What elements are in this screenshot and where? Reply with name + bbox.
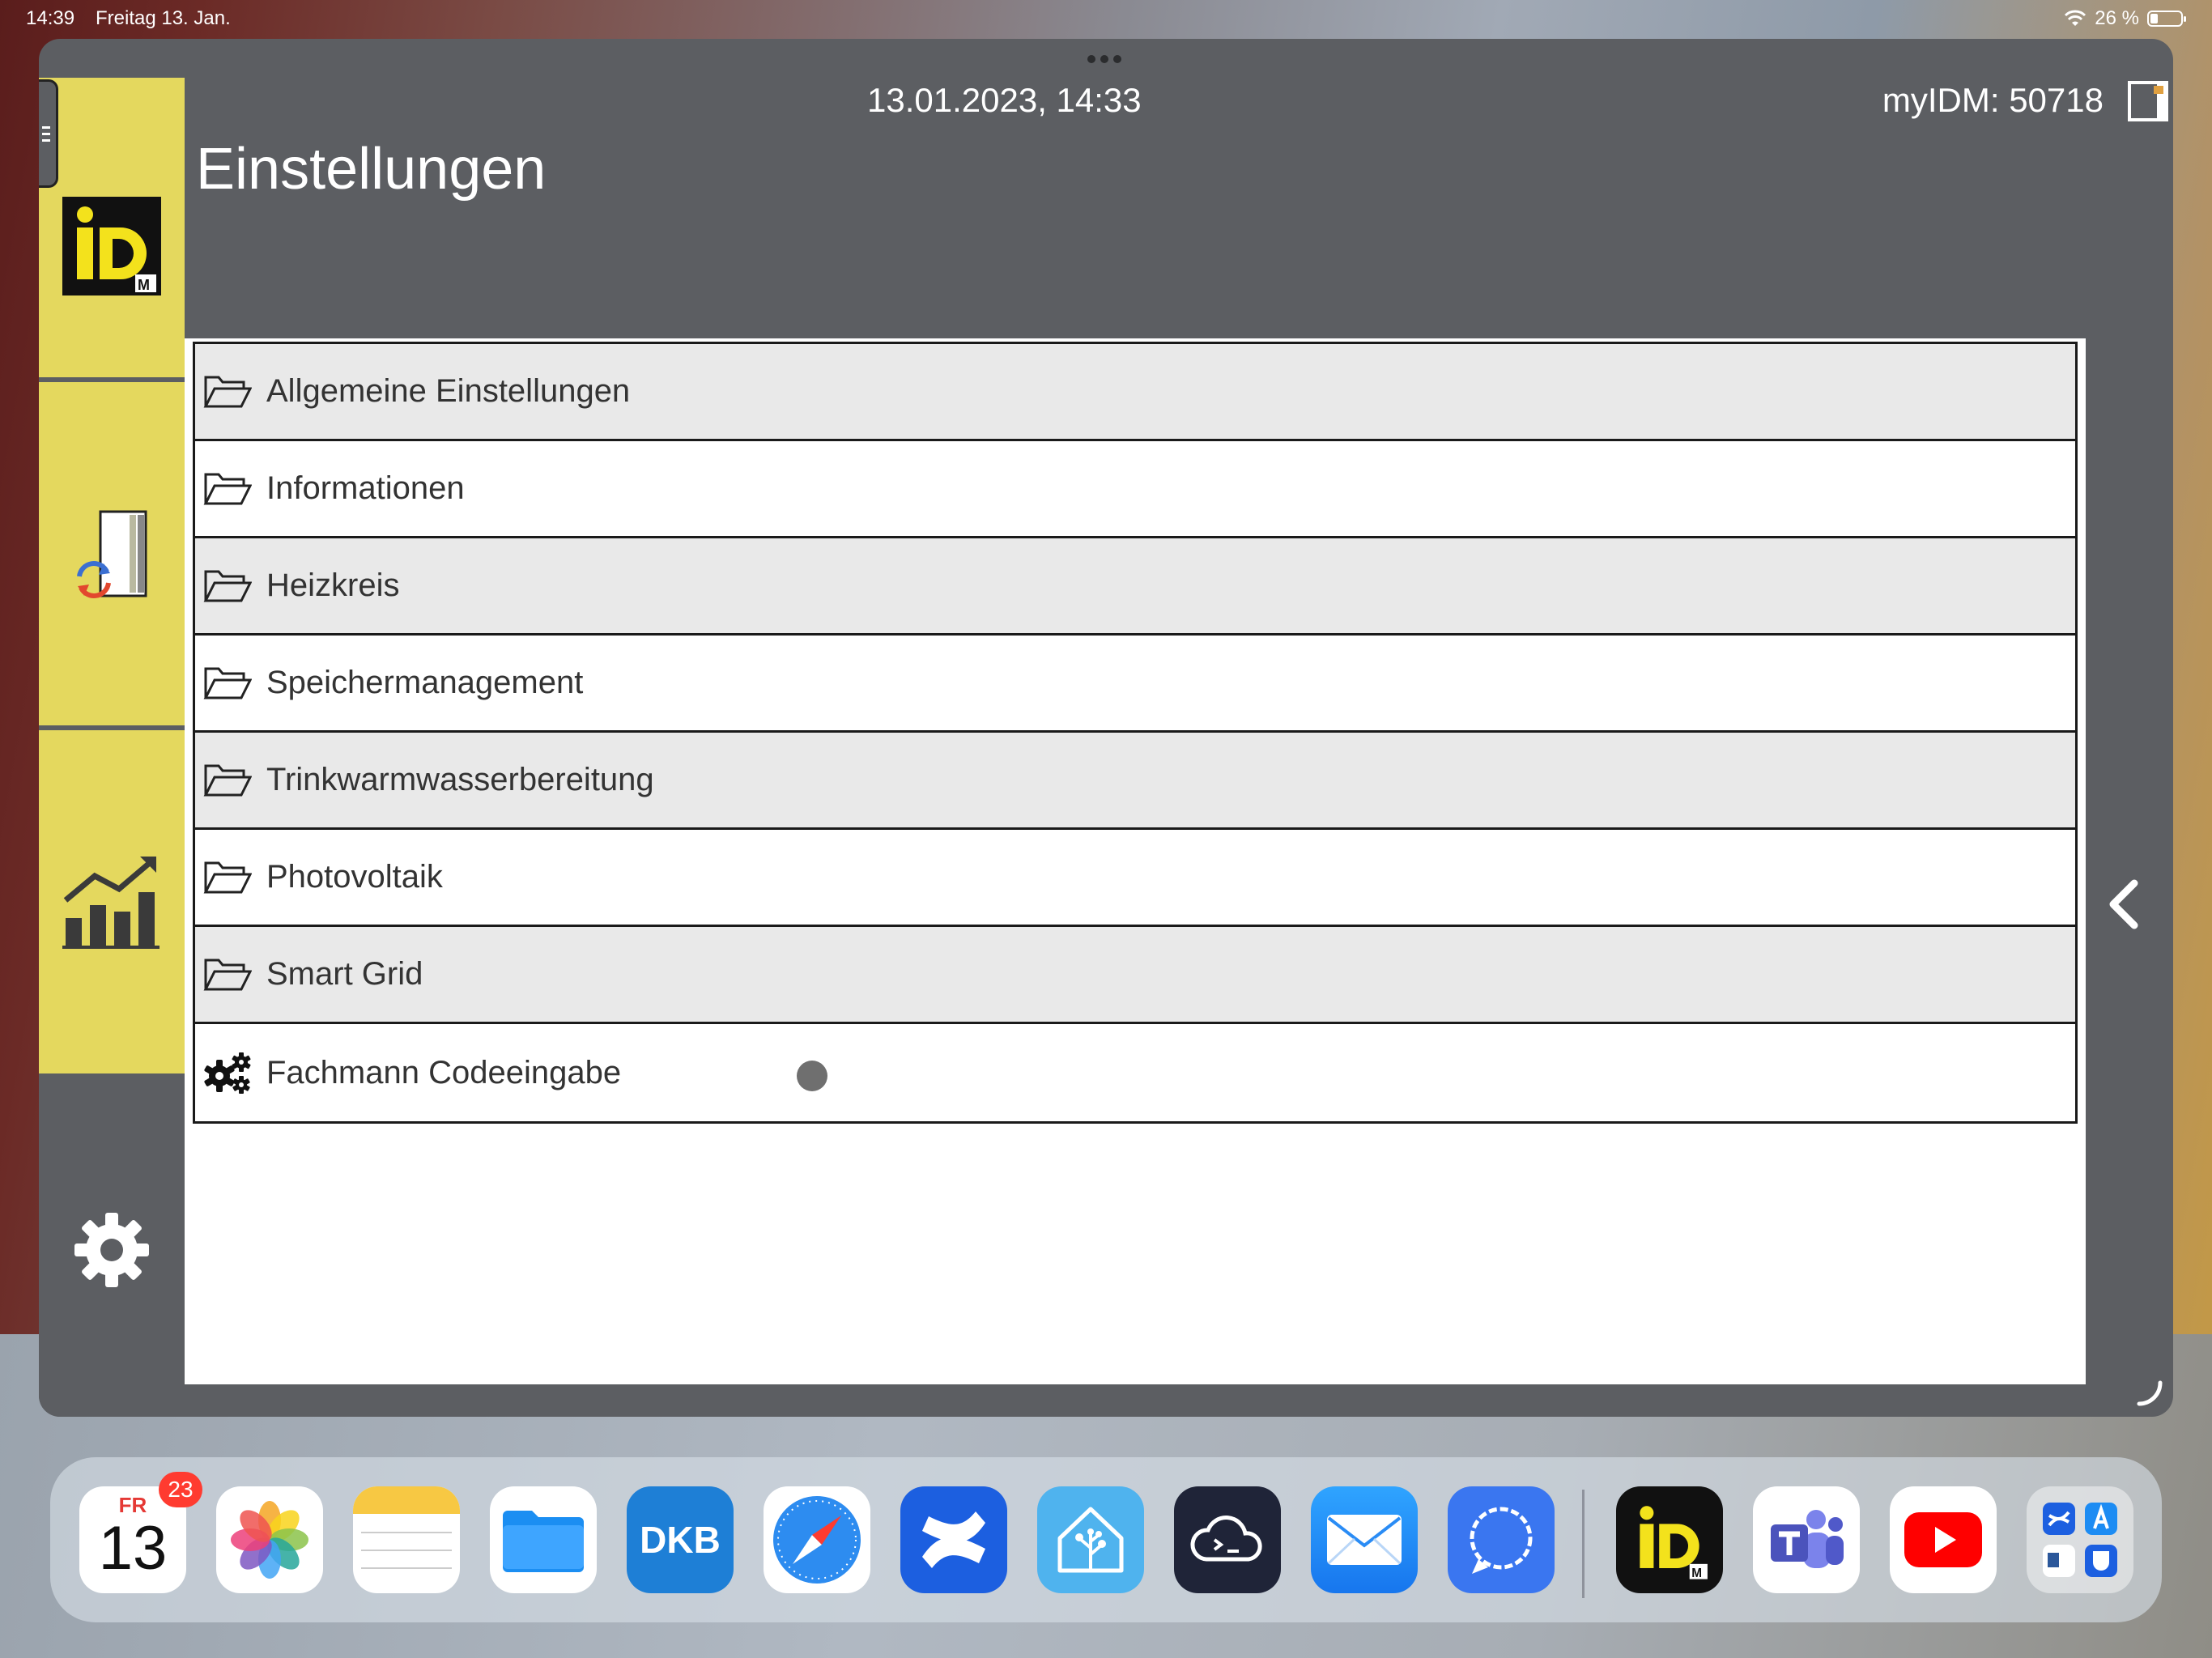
header-device-id: myIDM: 50718 xyxy=(1882,81,2104,119)
battery-percent: 26 % xyxy=(2095,7,2139,29)
pointer-cursor xyxy=(797,1061,827,1091)
calendar-date-label: 13 xyxy=(98,1513,168,1583)
play-button-icon xyxy=(1904,1512,1982,1567)
folder-icon xyxy=(203,959,252,990)
compass-icon xyxy=(773,1496,861,1584)
folder-icon xyxy=(203,667,252,699)
gear-icon xyxy=(74,1213,149,1287)
envelope-icon xyxy=(1327,1515,1402,1565)
settings-list: Allgemeine Einstellungen Informationen H… xyxy=(193,342,2078,1124)
signal-app-icon[interactable] xyxy=(1448,1486,1555,1593)
sidebar-logo-tile[interactable]: M xyxy=(39,78,185,377)
menu-item-label: Informationen xyxy=(266,470,465,506)
status-right: 26 % xyxy=(2064,7,2186,30)
youtube-app-icon[interactable] xyxy=(1890,1486,1997,1593)
idm-logo-icon: M xyxy=(1640,1506,1708,1580)
folder-icon xyxy=(203,376,252,407)
dkb-label: DKB xyxy=(640,1519,721,1561)
files-app-icon[interactable] xyxy=(490,1486,597,1593)
notes-app-icon[interactable] xyxy=(353,1486,460,1593)
menu-item-label: Trinkwarmwasserbereitung xyxy=(266,762,654,797)
sidebar-statistics-tile[interactable] xyxy=(39,730,185,1073)
menu-item-heizkreis[interactable]: Heizkreis xyxy=(195,538,2075,636)
calendar-badge: 23 xyxy=(159,1472,202,1507)
photos-flower-icon xyxy=(231,1501,308,1579)
sidebar: M xyxy=(39,78,185,1417)
confluence-logo-icon xyxy=(922,1511,985,1568)
menu-item-speichermanagement[interactable]: Speichermanagement xyxy=(195,636,2075,733)
speech-bubble-icon xyxy=(1470,1507,1533,1574)
menu-item-label: Photovoltaik xyxy=(266,859,443,895)
confluence-app-icon[interactable] xyxy=(900,1486,1007,1593)
sidebar-toggle-handle[interactable] xyxy=(39,79,58,188)
heatpump-exchange-icon xyxy=(77,510,147,598)
menu-item-label: Allgemeine Einstellungen xyxy=(266,373,631,409)
status-bar: 14:39 Freitag 13. Jan. 26 % xyxy=(0,0,2212,39)
teams-app-icon[interactable] xyxy=(1753,1486,1860,1593)
folder-icon xyxy=(503,1511,584,1572)
header-datetime: 13.01.2023, 14:33 xyxy=(867,81,1142,119)
svg-text:M: M xyxy=(1691,1567,1702,1580)
battery-icon xyxy=(2147,11,2186,27)
svg-text:M: M xyxy=(138,277,150,293)
folder-icon xyxy=(203,473,252,504)
menu-item-label: Heizkreis xyxy=(266,568,400,603)
folder-icon xyxy=(203,764,252,796)
wifi-icon xyxy=(2065,10,2087,26)
idm-app-icon[interactable]: M xyxy=(1616,1486,1723,1593)
page-title: Einstellungen xyxy=(196,137,547,202)
app-library-icon[interactable] xyxy=(2027,1486,2133,1593)
menu-item-informationen[interactable]: Informationen xyxy=(195,441,2075,538)
menu-item-allgemeine-einstellungen[interactable]: Allgemeine Einstellungen xyxy=(195,344,2075,441)
window-layout-icon[interactable] xyxy=(2128,81,2168,121)
sidebar-heatpump-tile[interactable] xyxy=(39,382,185,725)
app-grid-icon xyxy=(2043,1503,2117,1577)
folder-icon xyxy=(203,570,252,602)
folder-icon xyxy=(203,861,252,893)
dkb-app-icon[interactable]: DKB xyxy=(627,1486,734,1593)
status-time: 14:39 xyxy=(26,7,75,29)
photos-app-icon[interactable] xyxy=(216,1486,323,1593)
menu-item-label: Speichermanagement xyxy=(266,665,584,700)
menu-item-label: Smart Grid xyxy=(266,956,423,992)
menu-item-label: Fachmann Codeeingabe xyxy=(266,1054,622,1090)
dock: FR 13 23 DKB M xyxy=(50,1457,2162,1622)
sidebar-settings-tile[interactable] xyxy=(39,1078,185,1417)
menu-item-trinkwarmwasserbereitung[interactable]: Trinkwarmwasserbereitung xyxy=(195,733,2075,830)
dock-separator xyxy=(1582,1490,1585,1598)
menu-item-photovoltaik[interactable]: Photovoltaik xyxy=(195,830,2075,927)
status-date: Freitag 13. Jan. xyxy=(96,7,231,29)
safari-app-icon[interactable] xyxy=(764,1486,870,1593)
cloud-terminal-icon xyxy=(1190,1516,1262,1562)
teams-logo-icon xyxy=(1771,1510,1844,1568)
idm-logo-icon: M xyxy=(62,197,161,295)
gears-icon xyxy=(204,1052,251,1094)
menu-item-smart-grid[interactable]: Smart Grid xyxy=(195,927,2075,1024)
menu-item-fachmann-codeeingabe[interactable]: Fachmann Codeeingabe xyxy=(195,1024,2075,1121)
bar-chart-trend-icon xyxy=(62,857,160,949)
back-chevron-icon[interactable] xyxy=(2105,878,2141,930)
multitasking-grabber[interactable] xyxy=(1087,55,1121,63)
terminal-cloud-app-icon[interactable] xyxy=(1174,1486,1281,1593)
app-window: M 13.01.2023, 14:33 myIDM: 50718 Einstel… xyxy=(39,39,2173,1417)
mail-app-icon[interactable] xyxy=(1311,1486,1418,1593)
home-assistant-app-icon[interactable] xyxy=(1037,1486,1144,1593)
settings-panel: Allgemeine Einstellungen Informationen H… xyxy=(185,338,2086,1384)
window-resize-handle[interactable] xyxy=(2136,1380,2165,1409)
house-tree-icon xyxy=(1057,1507,1124,1573)
